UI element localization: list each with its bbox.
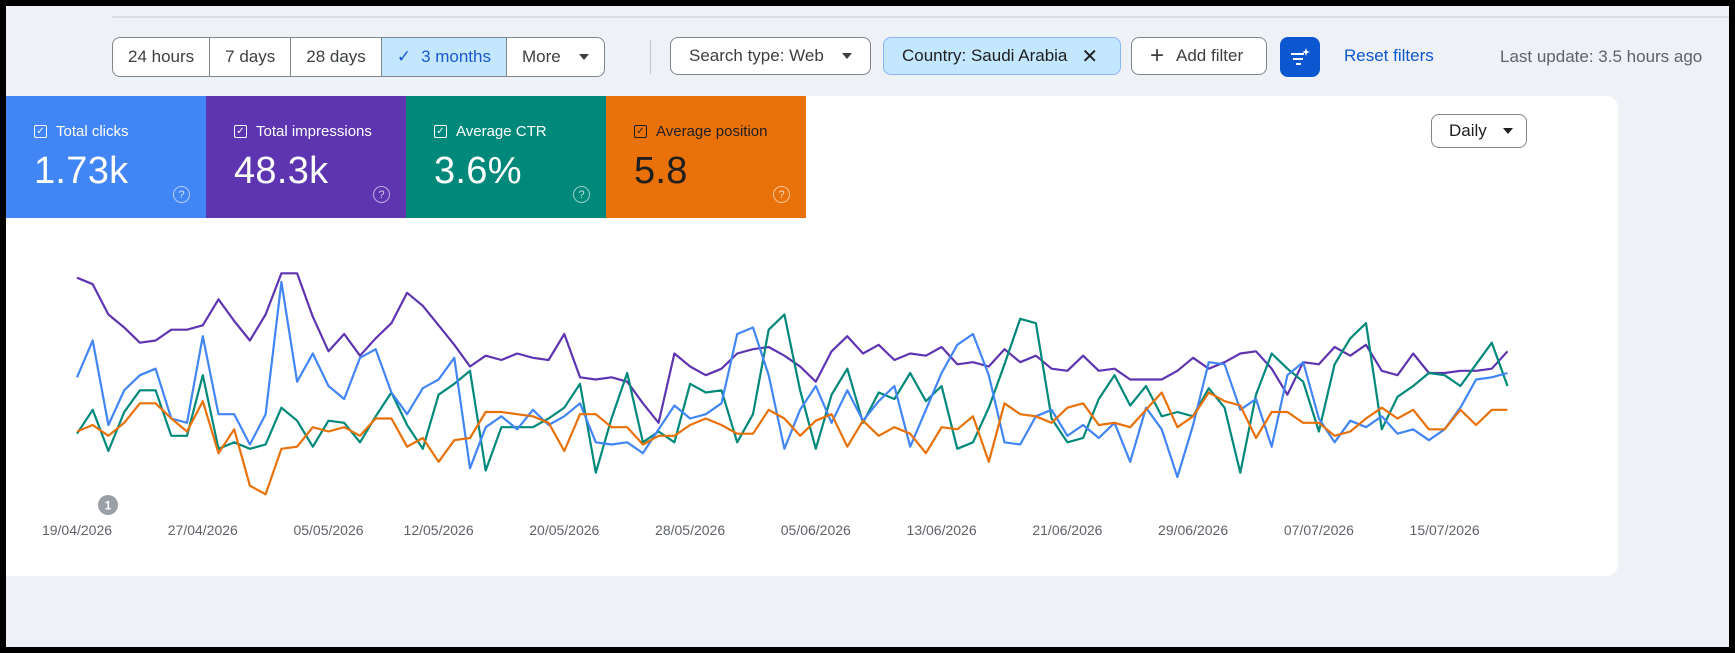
checkmark-icon: ✓ (396, 47, 412, 66)
x-tick-label: 12/05/2026 (404, 522, 474, 538)
performance-chart-card: ✓ Total clicks 1.73k ? ✓ Total impressions… (6, 96, 1618, 576)
close-icon[interactable]: ✕ (1081, 44, 1098, 69)
dropdown-caret-icon (578, 54, 589, 60)
x-tick-label: 21/06/2026 (1032, 522, 1102, 538)
toolbar-separator (650, 40, 651, 74)
reset-filters-link[interactable]: Reset filters (1344, 46, 1434, 66)
range-28-days[interactable]: 28 days (291, 38, 382, 76)
performance-line-chart: 1 19/04/2026 27/04/2026 05/05/2026 12/05/20… (42, 272, 1509, 538)
plus-icon: + (1150, 42, 1165, 69)
range-3-months-label: 3 months (421, 47, 491, 66)
series-line-average-ctr[interactable] (76, 313, 1509, 474)
x-axis-ticks: 19/04/2026 27/04/2026 05/05/2026 12/05/2026… (42, 522, 1480, 538)
x-tick-label: 13/06/2026 (907, 522, 977, 538)
range-more[interactable]: More (507, 38, 604, 76)
search-type-dropdown[interactable]: Search type: Web (670, 37, 871, 75)
range-7-days[interactable]: 7 days (210, 38, 292, 76)
annotation-marker[interactable]: 1 (98, 495, 118, 515)
annotation-label: 1 (105, 499, 112, 513)
x-tick-label: 29/06/2026 (1158, 522, 1228, 538)
search-type-label: Search type: Web (689, 46, 824, 65)
x-tick-label: 28/05/2026 (655, 522, 725, 538)
x-tick-label: 19/04/2026 (42, 522, 112, 538)
x-tick-label: 15/07/2026 (1410, 522, 1480, 538)
x-tick-label: 20/05/2026 (529, 522, 599, 538)
last-update-text: Last update: 3.5 hours ago (1500, 47, 1703, 66)
divider (112, 16, 1729, 18)
search-console-performance-panel: 24 hours 7 days 28 days ✓ 3 months More … (6, 6, 1729, 647)
series-line-average-position[interactable] (76, 391, 1508, 496)
add-filter-button[interactable]: + Add filter (1131, 37, 1267, 75)
dropdown-caret-icon (841, 53, 852, 59)
range-24-hours[interactable]: 24 hours (113, 38, 211, 76)
x-tick-label: 07/07/2026 (1284, 522, 1354, 538)
country-filter-label: Country: Saudi Arabia (902, 46, 1068, 65)
x-tick-label: 05/05/2026 (293, 522, 363, 538)
add-filter-label: Add filter (1176, 46, 1244, 65)
filter-settings-button[interactable] (1280, 37, 1320, 77)
series-lines (75, 272, 1509, 496)
x-tick-label: 27/04/2026 (168, 522, 238, 538)
date-range-selector: 24 hours 7 days 28 days ✓ 3 months More (112, 37, 605, 77)
filter-sparkle-icon (1291, 48, 1310, 65)
range-more-label: More (522, 47, 561, 66)
country-filter-chip[interactable]: Country: Saudi Arabia ✕ (883, 37, 1121, 75)
x-tick-label: 05/06/2026 (781, 522, 851, 538)
range-3-months[interactable]: ✓ 3 months (381, 38, 507, 76)
